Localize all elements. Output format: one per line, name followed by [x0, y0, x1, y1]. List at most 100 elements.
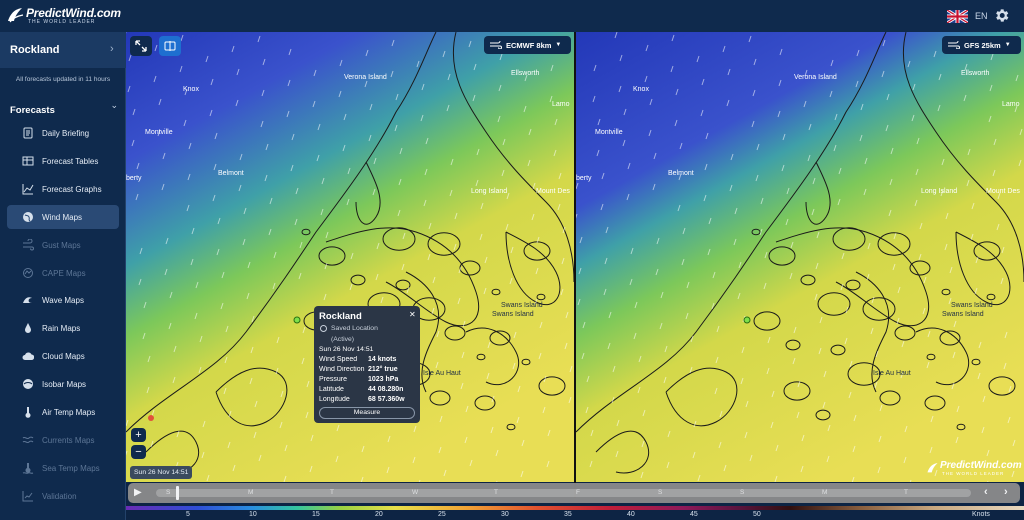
split-view-button[interactable]: [159, 36, 181, 56]
legend-value: 35: [564, 511, 572, 518]
map-divider[interactable]: [574, 32, 576, 498]
validation-icon: [22, 490, 33, 502]
map-label: berty: [126, 175, 142, 182]
map-label: Montville: [145, 129, 173, 136]
sidebar-item-label: Rain Maps: [42, 324, 81, 334]
legend-value: 50: [753, 511, 761, 518]
caret-down-icon: ▼: [555, 42, 562, 48]
sidebar-item-label: Gust Maps: [42, 240, 81, 250]
sidebar-item-currents-maps: Currents Maps: [7, 428, 119, 452]
timeline-day-label: M: [822, 489, 828, 496]
sidebar-item-forecast-graphs[interactable]: Forecast Graphs: [7, 177, 119, 201]
map-label: Knox: [183, 86, 199, 93]
section-title: Forecasts: [10, 105, 55, 116]
predictwind-logo[interactable]: PredictWind.com THE WORLD LEADER: [6, 5, 121, 27]
sidebar-item-rain-maps[interactable]: Rain Maps: [7, 316, 119, 340]
popup-row-label: Wind Speed: [319, 356, 358, 363]
right-model-label: GFS 25km: [964, 40, 1001, 50]
expand-icon: [135, 40, 147, 52]
wind-icon: [490, 41, 502, 49]
close-icon[interactable]: ✕: [409, 310, 416, 319]
play-icon[interactable]: ▶: [134, 487, 142, 498]
map-label: berty: [576, 175, 592, 182]
sidebar: Rockland › All forecasts updated in 11 h…: [0, 32, 126, 520]
chevron-right-icon: ›: [110, 43, 114, 55]
map-label: Ellsworth: [511, 70, 540, 77]
legend-value: 40: [627, 511, 635, 518]
sidebar-item-cape-maps: CAPE Maps: [7, 261, 119, 285]
map-label: Isle Au Haut: [423, 370, 461, 377]
sidebar-item-label: Sea Temp Maps: [42, 463, 100, 473]
location-marker: [293, 316, 301, 324]
legend-value: 10: [249, 511, 257, 518]
popup-row-label: Longitude: [319, 396, 350, 403]
sidebar-item-daily-briefing[interactable]: Daily Briefing: [7, 121, 119, 145]
map-label: Belmont: [668, 170, 694, 177]
sidebar-item-air-temp-maps[interactable]: Air Temp Maps: [7, 400, 119, 424]
map-label: Swans Island: [951, 302, 993, 309]
zoom-in-button[interactable]: +: [131, 428, 146, 442]
sidebar-item-label: Daily Briefing: [42, 129, 90, 138]
sidebar-item-sea-temp-maps: Sea Temp Maps: [7, 456, 119, 480]
map-label: Swans Island: [501, 302, 543, 309]
predictwind-watermark: PredictWind.com THE WORLD LEADER: [926, 460, 1022, 478]
graph-icon: [22, 183, 34, 195]
sidebar-item-label: Air Temp Maps: [42, 408, 96, 417]
right-model-selector[interactable]: GFS 25km ▼: [942, 36, 1021, 54]
previous-step-icon[interactable]: ‹: [984, 486, 988, 498]
briefing-icon: [23, 127, 33, 139]
popup-row: Wind Direction 212° true: [319, 366, 419, 376]
sidebar-item-wave-maps[interactable]: Wave Maps: [7, 288, 119, 312]
chevron-down-icon: ⌄: [110, 100, 118, 110]
popup-row-value: 44 08.280n: [368, 386, 404, 393]
sidebar-item-cloud-maps[interactable]: Cloud Maps: [7, 344, 119, 368]
timeline-track[interactable]: [156, 489, 971, 497]
logo-mark-icon: [927, 462, 938, 473]
uk-flag-icon[interactable]: [947, 10, 968, 23]
forecasts-section-header[interactable]: Forecasts ⌄: [10, 100, 120, 116]
sidebar-item-label: CAPE Maps: [42, 268, 86, 278]
sidebar-item-wind-maps[interactable]: Wind Maps: [7, 204, 119, 229]
timeline-handle[interactable]: [176, 486, 180, 500]
caret-down-icon: ▼: [1004, 42, 1011, 48]
popup-row: Pressure 1023 hPa: [319, 376, 419, 386]
top-bar: PredictWind.com THE WORLD LEADER EN: [0, 0, 1024, 32]
zoom-out-button[interactable]: −: [131, 445, 146, 459]
map-label: Lamo: [552, 101, 570, 108]
timeline-day-label: W: [412, 489, 419, 496]
location-selector[interactable]: Rockland ›: [0, 32, 126, 68]
legend-gradient: [126, 506, 1024, 510]
sidebar-item-label: Wind Maps: [42, 212, 83, 222]
location-marker: [743, 316, 751, 324]
globe-icon: [23, 211, 33, 222]
popup-row: Wind Speed 14 knots: [319, 356, 419, 366]
sidebar-item-gust-maps: Gust Maps: [7, 233, 119, 257]
gust-icon: [23, 238, 34, 251]
map-label: Long Island: [921, 188, 958, 195]
split-view-icon: [164, 41, 176, 51]
sea-temp-icon: [22, 462, 34, 474]
left-model-selector[interactable]: ECMWF 8km ▼: [484, 36, 571, 54]
map-label: Verona Island: [794, 74, 837, 81]
update-status: All forecasts updated in 11 hours: [15, 76, 111, 83]
cape-icon: [23, 267, 33, 278]
next-step-icon[interactable]: ›: [1004, 486, 1008, 498]
popup-row-label: Pressure: [319, 376, 348, 383]
right-wind-map[interactable]: Verona Island Ellsworth Knox Lamo Montville B…: [576, 32, 1024, 482]
gear-icon[interactable]: [993, 7, 1010, 24]
logo-brand: PredictWind.com: [26, 6, 121, 20]
expand-button[interactable]: [130, 36, 152, 56]
map-label: Ellsworth: [961, 70, 990, 77]
sidebar-item-forecast-tables[interactable]: Forecast Tables: [7, 149, 119, 173]
popup-title: Rockland: [319, 311, 362, 322]
sidebar-item-isobar-maps[interactable]: Isobar Maps: [7, 372, 119, 396]
language-selector[interactable]: EN: [975, 11, 988, 21]
timeline-day-label: T: [330, 489, 334, 496]
app-window: PredictWind.com THE WORLD LEADER EN Rock…: [0, 0, 1024, 520]
measure-button[interactable]: Measure: [319, 407, 415, 419]
map-label: Swans Island: [942, 311, 984, 318]
popup-row: Longitude 68 57.360w: [319, 396, 419, 406]
sidebar-item-label: Validation: [42, 491, 77, 501]
saved-location-text: Saved Location (Active): [331, 325, 378, 343]
rain-icon: [25, 323, 31, 334]
